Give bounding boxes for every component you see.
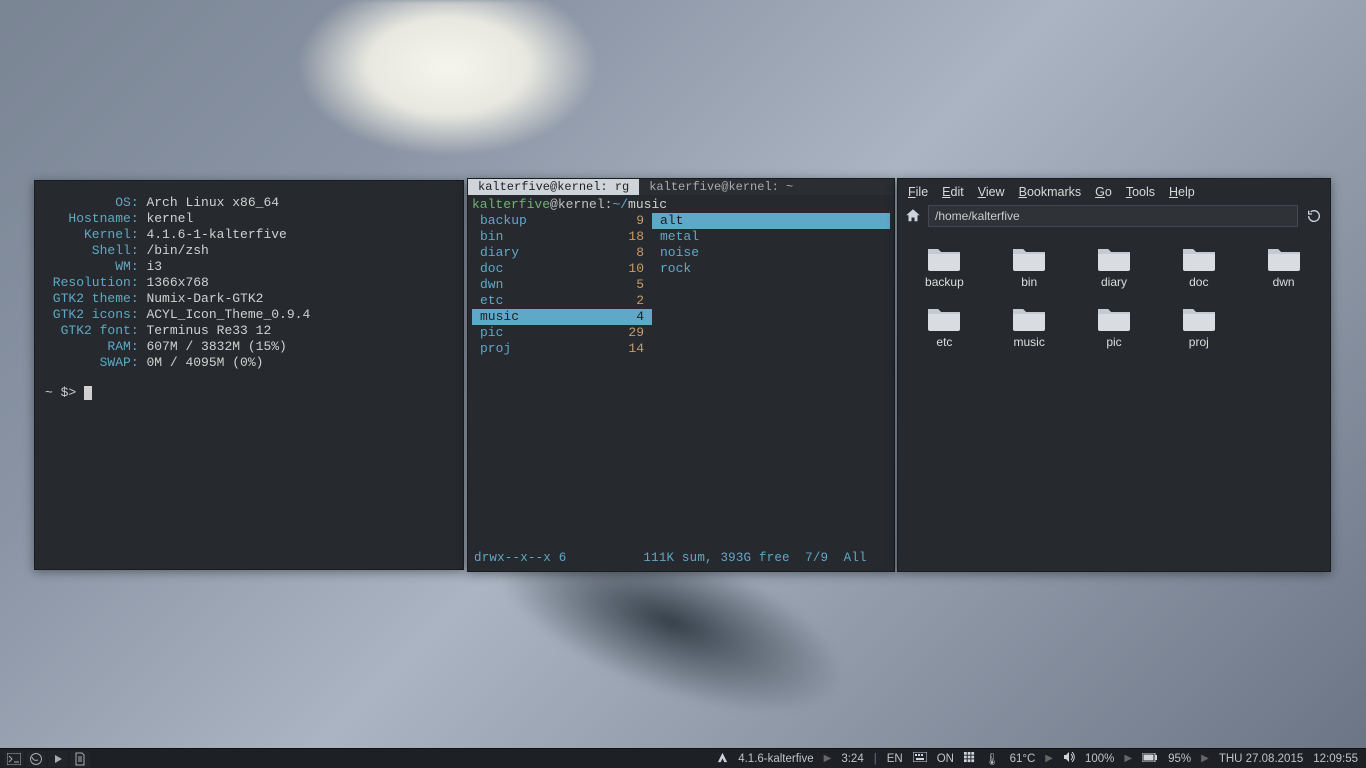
bar-lang[interactable]: EN xyxy=(887,753,903,765)
ranger-dir-list[interactable]: backup9bin18diary8doc10dwn5etc2music4pic… xyxy=(472,213,652,357)
sysinfo-row: GTK2 font: Terminus Re33 12 xyxy=(45,323,453,339)
status-bar: 4.1.6-kalterfive ▶ 3:24 | EN ON 🌡 61°C ▶… xyxy=(0,748,1366,768)
terminal-tabbar: kalterfive@kernel: rgkalterfive@kernel: … xyxy=(468,179,894,195)
menubar[interactable]: File Edit View Bookmarks Go Tools Help xyxy=(898,179,1330,205)
home-icon[interactable] xyxy=(904,207,922,225)
temp-icon: 🌡 xyxy=(985,752,1000,766)
ranger-dir-item[interactable]: bin18 xyxy=(472,229,652,245)
folder-item[interactable]: doc xyxy=(1156,239,1241,293)
ranger-dir-item[interactable]: doc10 xyxy=(472,261,652,277)
ranger-preview-item[interactable]: alt xyxy=(652,213,890,229)
bar-uptime: 3:24 xyxy=(841,753,863,765)
folder-item[interactable]: pic xyxy=(1072,299,1157,353)
menu-go[interactable]: Go xyxy=(1095,185,1112,199)
menu-edit[interactable]: Edit xyxy=(942,185,964,199)
tray-firefox-icon[interactable] xyxy=(26,751,46,767)
terminal-tab[interactable]: kalterfive@kernel: ~ xyxy=(639,179,803,195)
ranger-statusline: drwx--x--x 6 111K sum, 393G free 7/9 All xyxy=(474,551,884,565)
menu-view[interactable]: View xyxy=(978,185,1005,199)
menu-file[interactable]: File xyxy=(908,185,928,199)
volume-icon[interactable] xyxy=(1063,752,1075,765)
menu-tools[interactable]: Tools xyxy=(1126,185,1155,199)
sysinfo-row: GTK2 icons: ACYL_Icon_Theme_0.9.4 xyxy=(45,307,453,323)
ranger-preview-item[interactable]: rock xyxy=(652,261,890,277)
battery-icon xyxy=(1142,753,1158,765)
sysinfo-row: Shell: /bin/zsh xyxy=(45,243,453,259)
bar-volume: 100% xyxy=(1085,753,1114,765)
bar-date: THU 27.08.2015 xyxy=(1219,753,1303,765)
bar-kernel: 4.1.6-kalterfive xyxy=(738,753,813,765)
bar-temp: 61°C xyxy=(1010,753,1036,765)
folder-item[interactable]: etc xyxy=(902,299,987,353)
ranger-preview-item[interactable]: noise xyxy=(652,245,890,261)
ranger-dir-item[interactable]: pic29 xyxy=(472,325,652,341)
bar-time: 12:09:55 xyxy=(1313,753,1358,765)
sysinfo-row: SWAP: 0M / 4095M (0%) xyxy=(45,355,453,371)
sysinfo-row: WM: i3 xyxy=(45,259,453,275)
tray-play-icon[interactable] xyxy=(48,751,68,767)
folder-item[interactable]: diary xyxy=(1072,239,1157,293)
arch-icon xyxy=(717,752,728,766)
file-manager-window[interactable]: File Edit View Bookmarks Go Tools Help /home/k… xyxy=(897,178,1331,572)
ranger-preview-item[interactable]: metal xyxy=(652,229,890,245)
ranger-dir-item[interactable]: music4 xyxy=(472,309,652,325)
ranger-dir-item[interactable]: etc2 xyxy=(472,293,652,309)
folder-item[interactable]: backup xyxy=(902,239,987,293)
ranger-preview-list[interactable]: altmetalnoiserock xyxy=(652,213,890,357)
keyboard-icon xyxy=(913,752,927,765)
shell-prompt[interactable]: ~ $> xyxy=(45,385,453,400)
folder-item[interactable]: music xyxy=(987,299,1072,353)
sysinfo-row: Kernel: 4.1.6-1-kalterfive xyxy=(45,227,453,243)
ranger-path: kalterfive@kernel:~/music xyxy=(472,197,890,213)
location-input[interactable]: /home/kalterfive xyxy=(928,205,1298,227)
bar-battery: 95% xyxy=(1168,753,1191,765)
terminal-ranger[interactable]: kalterfive@kernel: rgkalterfive@kernel: … xyxy=(467,178,895,572)
bar-keyboard: ON xyxy=(937,753,954,765)
ranger-dir-item[interactable]: backup9 xyxy=(472,213,652,229)
terminal-tab[interactable]: kalterfive@kernel: rg xyxy=(468,179,639,195)
ranger-dir-item[interactable]: diary8 xyxy=(472,245,652,261)
menu-help[interactable]: Help xyxy=(1169,185,1195,199)
folder-item[interactable]: proj xyxy=(1156,299,1241,353)
sysinfo-row: OS: Arch Linux x86_64 xyxy=(45,195,453,211)
sysinfo-row: Hostname: kernel xyxy=(45,211,453,227)
grid-icon[interactable] xyxy=(964,752,975,766)
tray-terminal-icon[interactable] xyxy=(4,751,24,767)
terminal-sysinfo[interactable]: OS: Arch Linux x86_64 Hostname: kernel K… xyxy=(34,180,464,570)
menu-bookmarks[interactable]: Bookmarks xyxy=(1019,185,1082,199)
folder-item[interactable]: dwn xyxy=(1241,239,1326,293)
sysinfo-row: Resolution: 1366x768 xyxy=(45,275,453,291)
sysinfo-row: RAM: 607M / 3832M (15%) xyxy=(45,339,453,355)
ranger-dir-item[interactable]: dwn5 xyxy=(472,277,652,293)
folder-item[interactable]: bin xyxy=(987,239,1072,293)
ranger-dir-item[interactable]: proj14 xyxy=(472,341,652,357)
sysinfo-row: GTK2 theme: Numix-Dark-GTK2 xyxy=(45,291,453,307)
reload-icon[interactable] xyxy=(1304,206,1324,226)
folder-grid[interactable]: backupbindiarydocdwn etcmusicpicproj xyxy=(898,233,1330,359)
tray-document-icon[interactable] xyxy=(70,751,90,767)
